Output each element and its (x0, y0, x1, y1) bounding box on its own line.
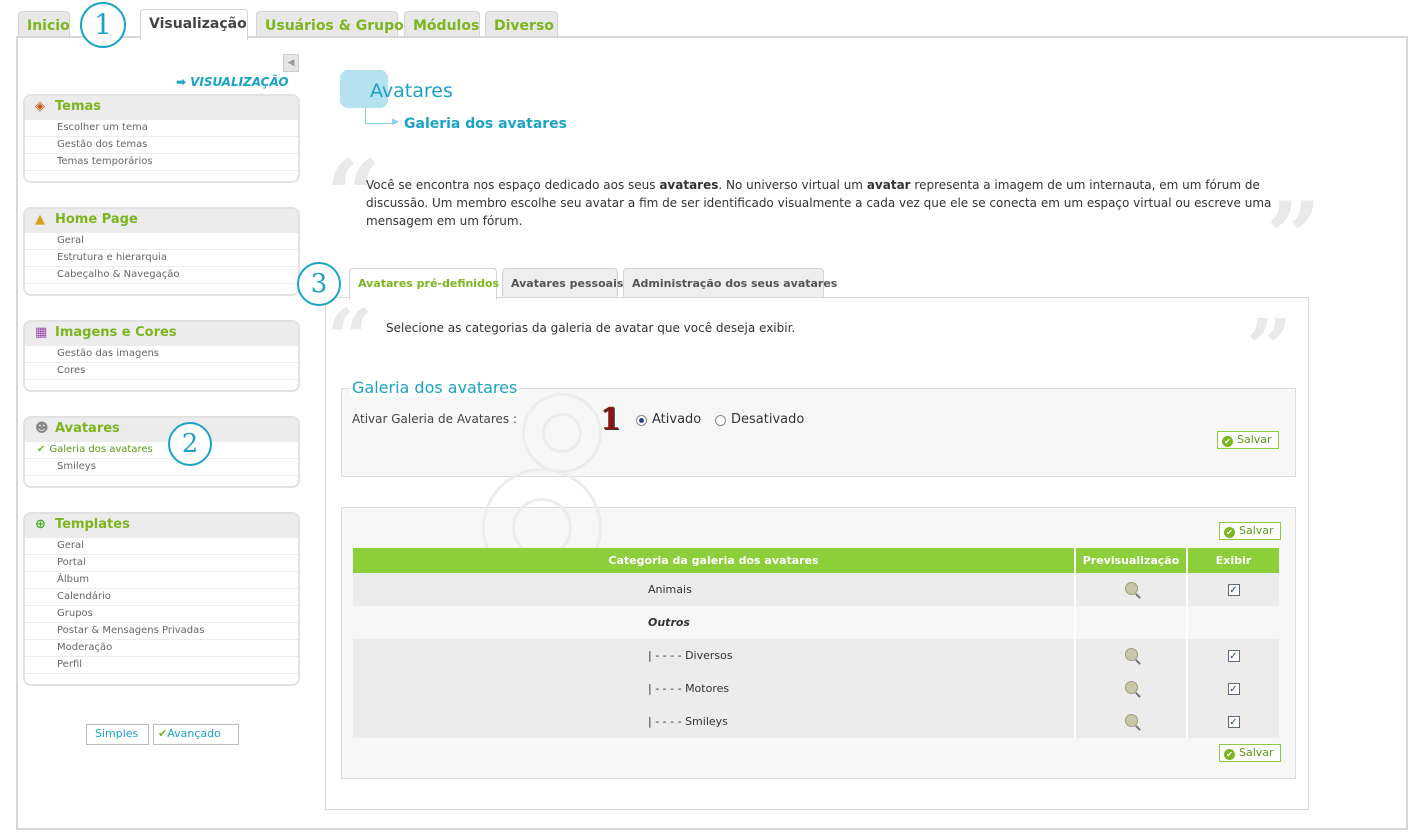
table-row: | - - - - Motores ✓ (353, 672, 1279, 705)
swirl-decoration (542, 413, 582, 453)
activate-gallery-label: Ativar Galeria de Avatares : (352, 412, 518, 426)
sidebar-item-album[interactable]: Álbum (25, 572, 298, 589)
save-settings-button[interactable]: ✔ Salvar (1217, 431, 1279, 449)
subtitle-connector (365, 108, 395, 124)
step-2-badge: 2 (168, 422, 212, 466)
radio-ativado[interactable] (636, 415, 647, 426)
sidebar-item-moderacao[interactable]: Moderação (25, 640, 298, 657)
collapse-sidebar-button[interactable]: ◀ (283, 54, 299, 72)
home-page-icon: ▲ (35, 212, 45, 227)
radio-desativado-label[interactable]: Desativado (731, 412, 804, 427)
sidebar-item-geral[interactable]: Geral (25, 233, 298, 250)
sidebar-item-smileys[interactable]: Smileys (25, 459, 298, 476)
save-categories-top-button[interactable]: ✔ Salvar (1219, 522, 1281, 540)
preview-icon[interactable] (1124, 647, 1138, 661)
simple-mode-button[interactable]: Simples (86, 724, 149, 745)
column-header-category: Categoria da galeria dos avatares (353, 548, 1075, 573)
panel-header: ☻ Avatares (25, 418, 298, 442)
preview-icon[interactable] (1124, 713, 1138, 727)
table-row: Animais ✓ (353, 573, 1279, 606)
marker-badge: 1 (600, 402, 621, 437)
tab-administracao-avatares[interactable]: Administração dos seus avatares (623, 268, 837, 298)
panel-home-page: ▲ Home Page Geral Estrutura e hierarquia … (23, 207, 300, 296)
templates-icon: ⊕ (35, 517, 46, 532)
category-name: | - - - - Diversos (353, 639, 1075, 672)
sidebar-item-grupos[interactable]: Grupos (25, 606, 298, 623)
table-header-row: Categoria da galeria dos avatares Previs… (353, 548, 1279, 573)
arrow-right-icon: ➡ (176, 75, 187, 89)
tab-description: Selecione as categorias da galeria de av… (386, 321, 796, 335)
sidebar-item-escolher-tema[interactable]: Escolher um tema (25, 120, 298, 137)
save-categories-bottom-button[interactable]: ✔ Salvar (1219, 744, 1281, 762)
show-checkbox[interactable]: ✓ (1227, 650, 1240, 662)
tab-avatares-predefinidos[interactable]: Avatares pré-definidos (349, 268, 499, 300)
show-checkbox[interactable]: ✓ (1227, 683, 1240, 695)
step-1-badge: 1 (80, 2, 126, 48)
check-circle-icon: ✔ (1222, 436, 1233, 447)
sidebar-item-portal[interactable]: Portal (25, 555, 298, 572)
column-header-show: Exibir (1186, 548, 1279, 573)
themes-icon: ◈ (35, 99, 45, 114)
categories-table: Categoria da galeria dos avatares Previs… (353, 548, 1279, 738)
sidebar-item-geral[interactable]: Geral (25, 538, 298, 555)
sidebar-item-cores[interactable]: Cores (25, 363, 298, 380)
radio-ativado-label[interactable]: Ativado (652, 412, 701, 427)
arrow-right-icon: ▶ (392, 117, 399, 127)
sidebar-item-galeria-avatares[interactable]: ✔ Galeria dos avatares (25, 442, 298, 459)
check-circle-icon: ✔ (1224, 749, 1235, 760)
sidebar-item-temas-temporarios[interactable]: Temas temporários (25, 154, 298, 171)
sidebar-item-cabecalho[interactable]: Cabeçalho & Navegação (25, 267, 298, 284)
sidebar-item-gestao-imagens[interactable]: Gestão das imagens (25, 346, 298, 363)
table-row: | - - - - Diversos ✓ (353, 639, 1279, 672)
panel-avatares: ☻ Avatares ✔ Galeria dos avatares Smileys (23, 416, 300, 488)
gallery-legend: Galeria dos avatares (350, 378, 520, 397)
preview-icon[interactable] (1124, 581, 1138, 595)
panel-header: ▲ Home Page (25, 209, 298, 233)
tab-avatares-pessoais[interactable]: Avatares pessoais (502, 268, 623, 298)
intro-text: Você se encontra nos espaço dedicado aos… (366, 178, 1272, 228)
check-circle-icon: ✔ (1224, 527, 1235, 538)
panel-templates: ⊕ Templates Geral Portal Álbum Calendário… (23, 512, 300, 686)
page-subtitle: Galeria dos avatares (404, 116, 567, 132)
advanced-mode-button[interactable]: ✔Avançado (153, 724, 239, 745)
sidebar-item-gestao-temas[interactable]: Gestão dos temas (25, 137, 298, 154)
sidebar-item-calendario[interactable]: Calendário (25, 589, 298, 606)
column-header-preview: Previsualização (1074, 548, 1187, 573)
panel-imagens-cores: ▦ Imagens e Cores Gestão das imagens Core… (23, 320, 300, 392)
table-row: | - - - - Smileys ✓ (353, 705, 1279, 738)
show-checkbox[interactable]: ✓ (1227, 716, 1240, 728)
sidebar-item-estrutura[interactable]: Estrutura e hierarquia (25, 250, 298, 267)
panel-header: ⊕ Templates (25, 514, 298, 538)
images-colors-icon: ▦ (35, 325, 48, 340)
sidebar-item-perfil[interactable]: Perfil (25, 657, 298, 674)
show-checkbox[interactable]: ✓ (1227, 584, 1240, 596)
category-name: Animais (353, 573, 1075, 606)
category-name: | - - - - Motores (353, 672, 1075, 705)
page-title: Avatares (370, 80, 453, 102)
check-icon: ✔ (158, 727, 168, 740)
open-quote-icon: “ (327, 291, 374, 385)
radio-desativado[interactable] (715, 415, 726, 426)
gallery-settings-fieldset (341, 388, 1296, 477)
category-group-name: Outros (353, 606, 1075, 639)
tab-visualizacao[interactable]: Visualização (140, 9, 248, 40)
check-icon: ✔ (37, 444, 46, 455)
panel-header: ◈ Temas (25, 96, 298, 120)
sidebar-item-postar-mensagens[interactable]: Postar & Mensagens Privadas (25, 623, 298, 640)
panel-header: ▦ Imagens e Cores (25, 322, 298, 346)
table-row: Outros (353, 606, 1279, 639)
avatar-icon: ☻ (35, 421, 49, 436)
step-3-badge: 3 (297, 262, 341, 306)
panel-temas: ◈ Temas Escolher um tema Gestão dos temas… (23, 94, 300, 183)
close-quote-icon: ” (1246, 301, 1293, 395)
sidebar-section-title: ➡ VISUALIZAÇÃO (176, 75, 289, 89)
category-name: | - - - - Smileys (353, 705, 1075, 738)
preview-icon[interactable] (1124, 680, 1138, 694)
